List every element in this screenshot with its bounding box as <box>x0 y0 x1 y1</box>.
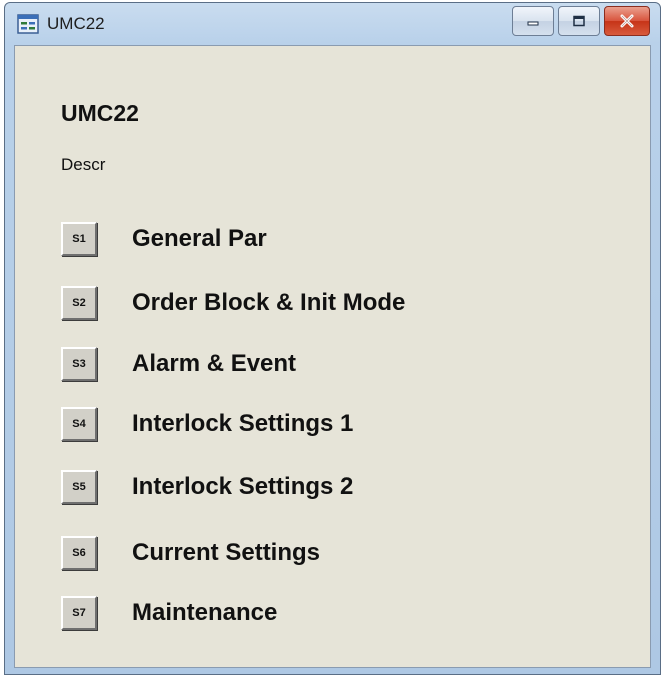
maximize-icon <box>573 15 585 27</box>
menu-item-current-settings: S6 Current Settings <box>61 534 320 572</box>
menu-item-interlock-2: S5 Interlock Settings 2 <box>61 468 353 506</box>
s1-button[interactable]: S1 <box>61 222 97 256</box>
menu-item-maintenance: S7 Maintenance <box>61 594 277 632</box>
menu-label-current-settings: Current Settings <box>132 539 321 566</box>
app-window-icon <box>17 14 39 34</box>
menu-item-order-block: S2 Order Block & Init Mode <box>61 284 405 322</box>
menu-item-general-par: S1 General Par <box>61 220 267 258</box>
s7-button[interactable]: S7 <box>61 596 97 630</box>
close-button[interactable] <box>604 6 650 36</box>
window-title: UMC22 <box>47 14 105 33</box>
menu-label-general-par: General Par <box>132 225 267 252</box>
maximize-button[interactable] <box>558 6 600 36</box>
menu-label-maintenance: Maintenance <box>132 599 278 626</box>
menu-label-interlock-2: Interlock Settings 2 <box>132 473 354 500</box>
s3-button[interactable]: S3 <box>61 347 97 381</box>
menu-item-alarm-event: S3 Alarm & Event <box>61 345 296 383</box>
s2-button[interactable]: S2 <box>61 286 97 320</box>
s4-button[interactable]: S4 <box>61 407 97 441</box>
caption-buttons <box>512 6 650 36</box>
page-title: UMC22 <box>61 100 139 126</box>
minimize-icon <box>527 21 539 26</box>
s6-button[interactable]: S6 <box>61 536 97 570</box>
page-description: Descr <box>61 155 106 174</box>
menu-label-interlock-1: Interlock Settings 1 <box>132 410 354 437</box>
title-bar[interactable]: UMC22 <box>5 3 660 45</box>
close-icon <box>620 14 634 28</box>
menu-item-interlock-1: S4 Interlock Settings 1 <box>61 405 353 443</box>
s5-button[interactable]: S5 <box>61 470 97 504</box>
minimize-button[interactable] <box>512 6 554 36</box>
menu-label-order-block: Order Block & Init Mode <box>132 289 406 316</box>
menu-label-alarm-event: Alarm & Event <box>132 350 297 377</box>
